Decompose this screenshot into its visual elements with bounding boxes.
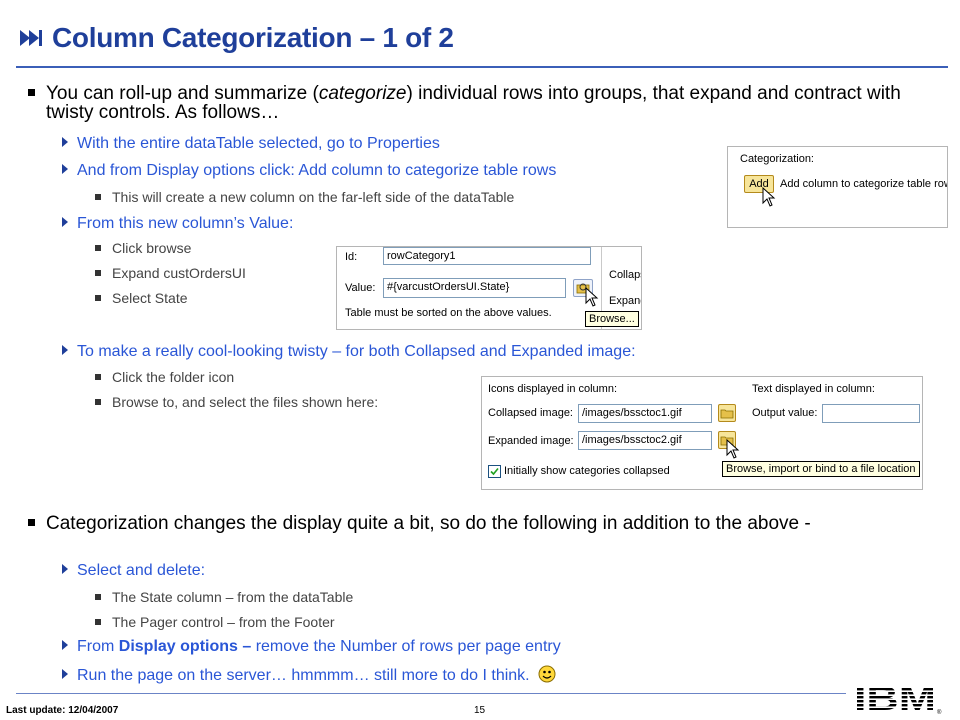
collapsed-image-label: Collapsed image: bbox=[488, 407, 573, 419]
output-value-field[interactable] bbox=[822, 404, 920, 423]
value-property-screenshot: Id: rowCategory1 Value: #{varcustOrdersU… bbox=[336, 246, 642, 330]
mouse-pointer-icon bbox=[762, 187, 776, 207]
sub-bullet-run-page: Run the page on the server… hmmmm… still… bbox=[62, 665, 556, 685]
triangle-bullet-icon bbox=[62, 164, 68, 174]
slide-title: Column Categorization – 1 of 2 bbox=[52, 22, 454, 53]
categorization-screenshot: Categorization: Add Add column to catego… bbox=[727, 146, 948, 228]
output-value-label: Output value: bbox=[752, 407, 818, 419]
triangle-bullet-icon bbox=[62, 640, 68, 650]
sub-sub-bullet-select-state: Select State bbox=[95, 290, 188, 307]
text-header: Text displayed in column: bbox=[752, 383, 875, 395]
browse-tooltip: Browse... bbox=[585, 311, 639, 327]
bullet-display-changes: Categorization changes the display quite… bbox=[28, 514, 940, 533]
sub-bullet-display-options: From Display options – remove the Number… bbox=[62, 638, 561, 656]
footer-divider bbox=[16, 693, 846, 694]
square-bullet-icon bbox=[95, 295, 101, 301]
icons-header: Icons displayed in column: bbox=[488, 383, 618, 395]
triangle-bullet-icon bbox=[62, 669, 68, 679]
square-bullet-icon bbox=[95, 270, 101, 276]
folder-icon bbox=[720, 409, 734, 419]
checkmark-icon bbox=[490, 467, 499, 476]
sub-bullet-column-value: From this new column’s Value: bbox=[62, 215, 293, 233]
bullet-categorize-intro: You can roll-up and summarize (categoriz… bbox=[28, 84, 940, 122]
value-label: Value: bbox=[345, 282, 376, 294]
svg-text:IBM: IBM bbox=[854, 680, 936, 716]
sub-sub-bullet-new-column: This will create a new column on the far… bbox=[95, 189, 514, 206]
expanded-image-field[interactable]: /images/bssctoc2.gif bbox=[578, 431, 712, 450]
square-bullet-icon bbox=[95, 399, 101, 405]
ibm-logo-icon: IBM ® bbox=[854, 680, 942, 716]
sub-sub-bullet-browse-files: Browse to, and select the files shown he… bbox=[95, 394, 378, 411]
mouse-pointer-icon bbox=[726, 439, 740, 459]
categorization-group-label: Categorization: bbox=[740, 153, 814, 165]
add-column-description: Add column to categorize table rows bbox=[780, 178, 948, 190]
collapsed-checkbox-label: Initially show categories collapsed bbox=[504, 465, 670, 477]
collapsed-image-field[interactable]: /images/bssctoc1.gif bbox=[578, 404, 712, 423]
last-update-note: Last update: 12/04/2007 bbox=[6, 705, 119, 716]
square-bullet-icon bbox=[95, 245, 101, 251]
svg-text:®: ® bbox=[937, 709, 942, 716]
sub-sub-bullet-folder-icon: Click the folder icon bbox=[95, 369, 234, 386]
collapsed-checkbox[interactable] bbox=[488, 465, 501, 478]
browse-file-tooltip: Browse, import or bind to a file locatio… bbox=[722, 461, 920, 477]
value-field[interactable]: #{varcustOrdersUI.State} bbox=[383, 278, 566, 298]
sub-sub-bullet-expand: Expand custOrdersUI bbox=[95, 265, 246, 282]
sub-bullet-select-datatable: With the entire dataTable selected, go t… bbox=[62, 135, 440, 153]
triangle-bullet-icon bbox=[62, 564, 68, 574]
square-bullet-icon bbox=[95, 619, 101, 625]
sub-bullet-select-delete: Select and delete: bbox=[62, 562, 205, 580]
triangle-bullet-icon bbox=[62, 137, 68, 147]
sub-bullet-add-column: And from Display options click: Add colu… bbox=[62, 162, 556, 180]
smiley-icon bbox=[538, 665, 556, 683]
mouse-pointer-icon bbox=[585, 287, 599, 307]
bullet-marker bbox=[28, 519, 35, 526]
expanded-image-label: Expanded image: bbox=[488, 435, 574, 447]
icons-settings-screenshot: Icons displayed in column: Text displaye… bbox=[481, 376, 923, 490]
expanded-label-partial: Expand bbox=[609, 295, 641, 307]
triangle-bullet-icon bbox=[62, 345, 68, 355]
id-field[interactable]: rowCategory1 bbox=[383, 247, 591, 265]
square-bullet-icon bbox=[95, 594, 101, 600]
skip-forward-icon bbox=[20, 30, 42, 46]
sub-sub-bullet-state-column: The State column – from the dataTable bbox=[95, 589, 353, 606]
collapsed-folder-button[interactable] bbox=[718, 404, 736, 422]
sort-note: Table must be sorted on the above values… bbox=[345, 307, 552, 319]
triangle-bullet-icon bbox=[62, 217, 68, 227]
square-bullet-icon bbox=[95, 194, 101, 200]
title-row: Column Categorization – 1 of 2 bbox=[18, 16, 454, 60]
id-label: Id: bbox=[345, 251, 358, 263]
title-divider bbox=[16, 66, 948, 68]
sub-bullet-twisty: To make a really cool-looking twisty – f… bbox=[62, 343, 636, 361]
sub-sub-bullet-pager: The Pager control – from the Footer bbox=[95, 614, 335, 631]
collapsed-label-partial: Collaps bbox=[609, 269, 641, 281]
page-number: 15 bbox=[474, 705, 486, 716]
sub-sub-bullet-click-browse: Click browse bbox=[95, 240, 191, 257]
bullet-marker bbox=[28, 89, 35, 96]
square-bullet-icon bbox=[95, 374, 101, 380]
